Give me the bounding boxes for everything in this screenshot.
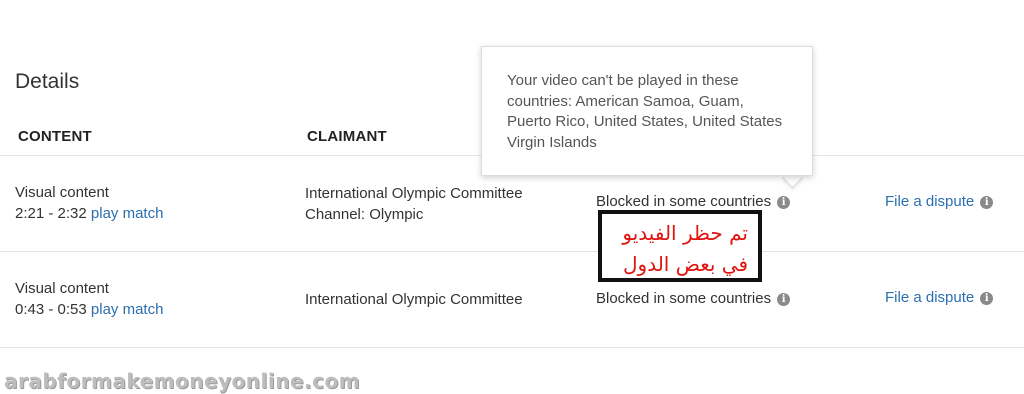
annotation-line-2: في بعض الدول	[623, 252, 748, 276]
content-type: Visual content	[15, 184, 109, 201]
row-divider	[0, 347, 1024, 348]
claimant-name: International Olympic Committee	[305, 291, 523, 308]
column-header-content: CONTENT	[18, 128, 92, 145]
row-divider	[0, 251, 1024, 252]
watermark: arabformakemoneyonline.com	[4, 369, 361, 393]
tooltip-text: Your video can't be played in these coun…	[507, 72, 783, 151]
play-match-link[interactable]: play match	[91, 301, 164, 318]
column-header-claimant: CLAIMANT	[307, 128, 387, 145]
info-icon[interactable]: i	[980, 196, 994, 209]
info-icon[interactable]: i	[980, 292, 994, 305]
play-match-link[interactable]: play match	[91, 205, 164, 222]
details-title: Details	[15, 70, 80, 93]
time-range: 2:21 - 2:32	[15, 205, 87, 222]
time-range: 0:43 - 0:53	[15, 301, 87, 318]
claimant-name: International Olympic Committee	[305, 185, 523, 202]
status-text: Blocked in some countries	[596, 193, 772, 210]
claimant-channel: Channel: Olympic	[305, 206, 424, 223]
info-icon[interactable]: i	[777, 293, 791, 306]
blocked-countries-tooltip: Your video can't be played in these coun…	[481, 46, 813, 176]
info-icon[interactable]: i	[777, 196, 791, 209]
status-text: Blocked in some countries	[596, 290, 772, 307]
file-dispute-link[interactable]: File a dispute	[885, 193, 974, 210]
annotation-line-1: تم حظر الفيديو	[622, 221, 748, 245]
file-dispute-link[interactable]: File a dispute	[885, 289, 974, 306]
content-type: Visual content	[15, 280, 109, 297]
arabic-annotation-box: تم حظر الفيديو في بعض الدول	[598, 210, 762, 282]
